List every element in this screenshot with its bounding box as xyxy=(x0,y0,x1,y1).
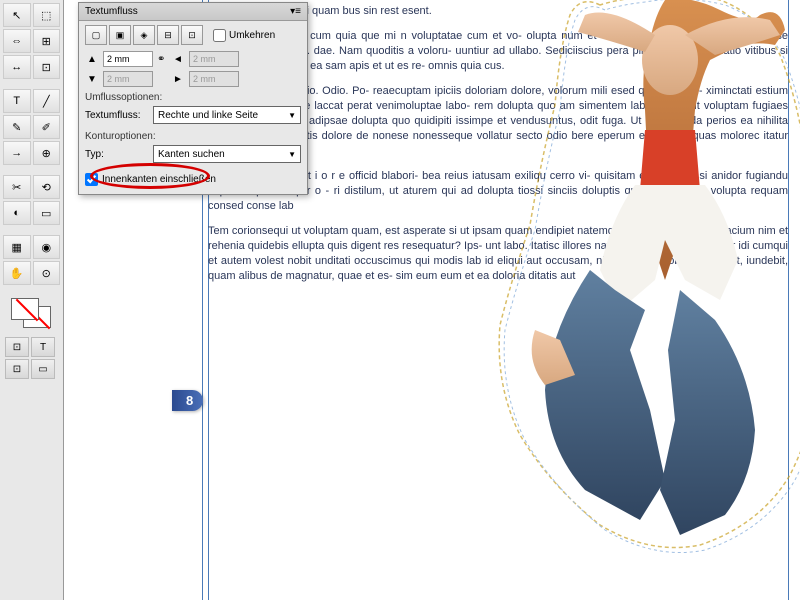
offset-top-icon: ▲ xyxy=(85,54,99,65)
page-number-badge: 8 xyxy=(172,390,203,411)
link-offsets-icon[interactable]: ⚭ xyxy=(157,54,167,65)
contour-type-value: Kanten suchen xyxy=(158,149,225,160)
panel-header[interactable]: Textumfluss ▾≡ xyxy=(79,3,307,21)
wrap-jump-next-button[interactable]: ⊡ xyxy=(181,25,203,45)
apply-tool[interactable]: ⊡ xyxy=(5,359,29,379)
separator xyxy=(3,227,31,233)
screen-mode-tool[interactable]: ▭ xyxy=(31,359,55,379)
type-tool[interactable]: T xyxy=(3,89,31,113)
wrap-to-value: Rechte und linke Seite xyxy=(158,110,258,121)
gradient-tool[interactable]: ◐ xyxy=(3,201,31,225)
separator xyxy=(3,81,31,87)
separator xyxy=(3,167,31,173)
text-wrap-panel: Textumfluss ▾≡ ▢ ▣ ◈ ⊟ ⊡ Umkehren ▲ ⚭ ◄ … xyxy=(78,2,308,195)
offset-left-input[interactable] xyxy=(189,51,239,67)
offset-right-input[interactable] xyxy=(189,71,239,87)
frame-tool[interactable]: ⊡ xyxy=(33,55,61,79)
zoom-tool[interactable]: ⊙ xyxy=(33,261,61,285)
line-tool[interactable]: ╱ xyxy=(33,89,61,113)
wrap-none-button[interactable]: ▢ xyxy=(85,25,107,45)
contour-options-section-label: Konturoptionen: xyxy=(79,128,307,143)
arrow-tool[interactable]: → xyxy=(3,141,31,165)
invert-checkbox[interactable] xyxy=(213,29,226,42)
page-tool[interactable]: ⇔ xyxy=(3,29,31,53)
gap-tool[interactable]: ⊞ xyxy=(33,29,61,53)
invert-label: Umkehren xyxy=(229,30,275,41)
wrap-shape-button[interactable]: ◈ xyxy=(133,25,155,45)
scissors-tool[interactable]: ✂ xyxy=(3,175,31,199)
text-paragraph: Tem corionsequi ut voluptam quam, est as… xyxy=(208,224,788,284)
margin-guide-right xyxy=(788,0,789,600)
offset-left-icon: ◄ xyxy=(171,54,185,65)
pencil-tool[interactable]: ✐ xyxy=(33,115,61,139)
rectangle-tool[interactable]: ▭ xyxy=(33,201,61,225)
text-mode-tool[interactable]: T xyxy=(31,337,55,357)
eyedropper-tool[interactable]: ◉ xyxy=(33,235,61,259)
fill-stroke-swatch[interactable] xyxy=(11,298,53,330)
pen-tool[interactable]: ✎ xyxy=(3,115,31,139)
wrap-options-section-label: Umflussoptionen: xyxy=(79,89,307,104)
offset-top-input[interactable] xyxy=(103,51,153,67)
panel-menu-icon[interactable]: ▾≡ xyxy=(290,6,301,17)
chevron-down-icon: ▼ xyxy=(288,111,296,120)
add-tool[interactable]: ⊕ xyxy=(33,141,61,165)
offset-right-icon: ► xyxy=(171,74,185,85)
content-tool[interactable]: ↔ xyxy=(3,55,31,79)
chevron-down-icon: ▼ xyxy=(288,150,296,159)
wrap-jump-button[interactable]: ⊟ xyxy=(157,25,179,45)
offset-bottom-icon: ▼ xyxy=(85,74,99,85)
selection-tool[interactable]: ↖ xyxy=(3,3,31,27)
wrap-bounding-button[interactable]: ▣ xyxy=(109,25,131,45)
include-inside-edges-label: Innenkanten einschließen xyxy=(102,174,216,185)
wrap-to-label: Textumfluss: xyxy=(85,110,147,121)
direct-selection-tool[interactable]: ⬚ xyxy=(33,3,61,27)
rotate-tool[interactable]: ⟲ xyxy=(33,175,61,199)
contour-type-dropdown[interactable]: Kanten suchen ▼ xyxy=(153,145,301,163)
panel-title: Textumfluss xyxy=(85,6,138,17)
hand-tool[interactable]: ✋ xyxy=(3,261,31,285)
offset-bottom-input[interactable] xyxy=(103,71,153,87)
container-tool[interactable]: ⊡ xyxy=(5,337,29,357)
wrap-to-dropdown[interactable]: Rechte und linke Seite ▼ xyxy=(153,106,301,124)
toolbox: ↖⬚ ⇔⊞ ↔⊡ T╱ ✎✐ →⊕ ✂⟲ ◐▭ ▦◉ ✋⊙ ⊡ T ⊡ ▭ xyxy=(0,0,64,600)
contour-type-label: Typ: xyxy=(85,149,147,160)
include-inside-edges-checkbox[interactable] xyxy=(85,173,98,186)
separator xyxy=(3,287,31,293)
grid-tool[interactable]: ▦ xyxy=(3,235,31,259)
